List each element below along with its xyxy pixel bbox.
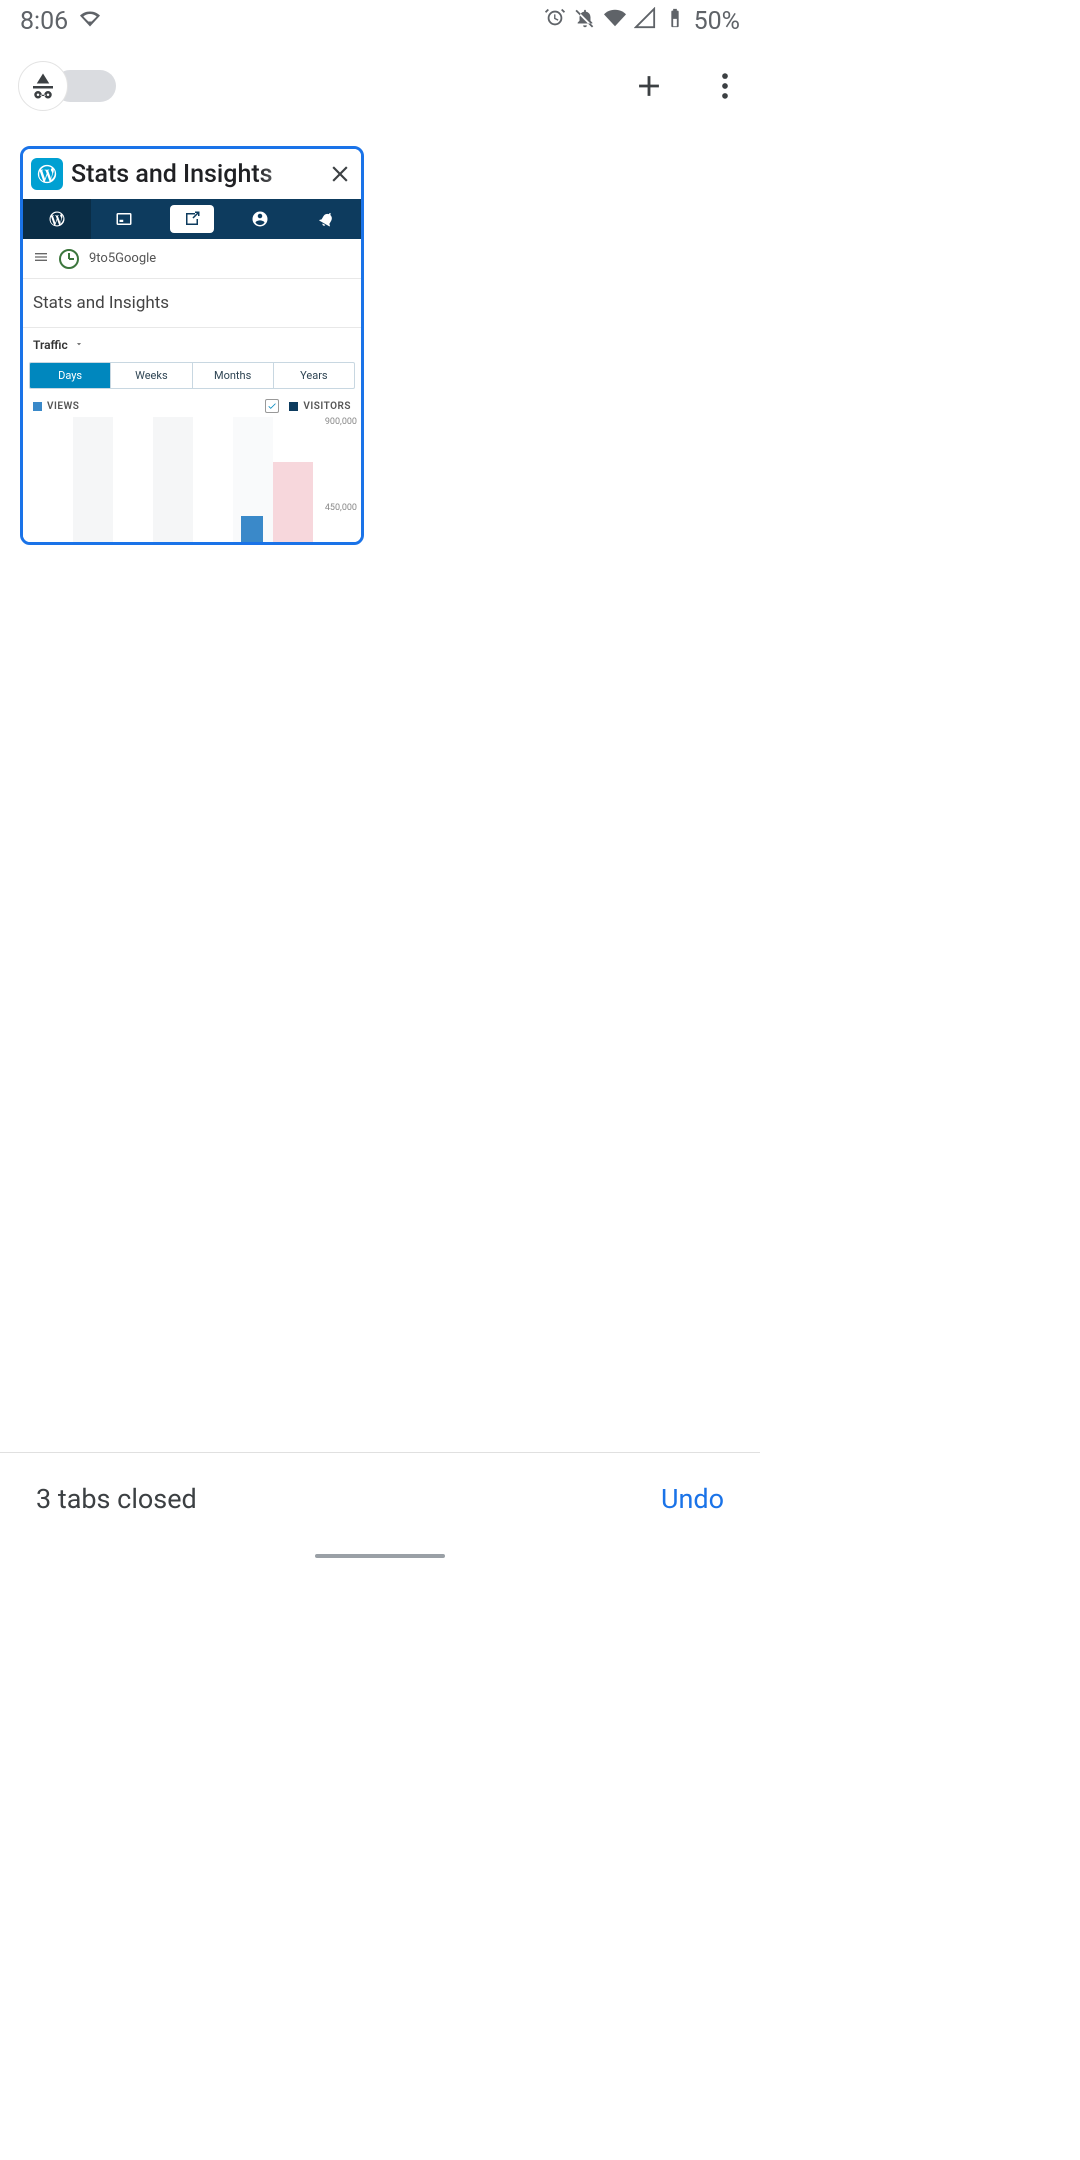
chart-legend: VIEWS VISITORS	[23, 389, 361, 417]
ytick-900k: 900,000	[325, 417, 357, 427]
wp-nav-profile-icon	[226, 199, 294, 239]
undo-button[interactable]: Undo	[661, 1483, 724, 1515]
time-segment-control: Days Weeks Months Years	[29, 362, 355, 389]
wifi-icon	[604, 7, 626, 36]
segment-years: Years	[274, 363, 354, 388]
gesture-nav-bar	[315, 1554, 445, 1558]
views-swatch	[33, 402, 42, 411]
traffic-label: Traffic	[33, 338, 68, 352]
browser-tab-switcher-bar	[0, 42, 760, 130]
dnd-icon	[574, 7, 596, 36]
tab-grid: Stats and Insights 9to5Google	[0, 130, 760, 561]
legend-visitors: VISITORS	[303, 401, 351, 412]
close-tab-button[interactable]	[327, 161, 353, 187]
incognito-toggle[interactable]	[18, 61, 116, 111]
battery-icon	[664, 7, 686, 36]
segment-months: Months	[193, 363, 274, 388]
wp-nav-home-icon	[23, 199, 91, 239]
chart-area: 900,000 450,000	[23, 417, 361, 542]
segment-days: Days	[30, 363, 111, 388]
tab-card[interactable]: Stats and Insights 9to5Google	[20, 146, 364, 545]
ytick-450k: 450,000	[325, 503, 357, 513]
status-bar: 8:06 50%	[0, 0, 760, 42]
segment-weeks: Weeks	[111, 363, 192, 388]
site-row: 9to5Google	[23, 239, 361, 279]
status-time: 8:06	[20, 7, 68, 36]
alarm-icon	[544, 7, 566, 36]
wp-nav-create-icon	[158, 199, 226, 239]
chevron-down-icon	[74, 338, 84, 352]
visitors-swatch	[289, 402, 298, 411]
new-tab-button[interactable]	[632, 69, 666, 103]
tab-thumbnail: 9to5Google Stats and Insights Traffic Da…	[23, 199, 361, 542]
cell-signal-icon	[634, 7, 656, 36]
hamburger-icon	[33, 249, 49, 269]
visitors-checkbox	[265, 399, 279, 413]
wp-top-nav	[23, 199, 361, 239]
battery-text: 50%	[694, 7, 740, 36]
legend-views: VIEWS	[47, 401, 79, 412]
tab-title: Stats and Insights	[71, 160, 319, 189]
wifi-calling-icon	[80, 7, 100, 36]
wordpress-favicon	[31, 158, 63, 190]
section-title: Stats and Insights	[23, 279, 361, 328]
snackbar-text: 3 tabs closed	[36, 1483, 197, 1515]
traffic-dropdown: Traffic	[23, 328, 361, 358]
incognito-icon	[18, 61, 68, 111]
snackbar: 3 tabs closed Undo	[0, 1452, 760, 1544]
site-name: 9to5Google	[89, 251, 156, 266]
wp-nav-notif-icon	[293, 199, 361, 239]
overflow-menu-button[interactable]	[708, 69, 742, 103]
wp-nav-reader-icon	[91, 199, 159, 239]
clock-icon	[59, 249, 79, 269]
tab-card-header: Stats and Insights	[23, 149, 361, 199]
